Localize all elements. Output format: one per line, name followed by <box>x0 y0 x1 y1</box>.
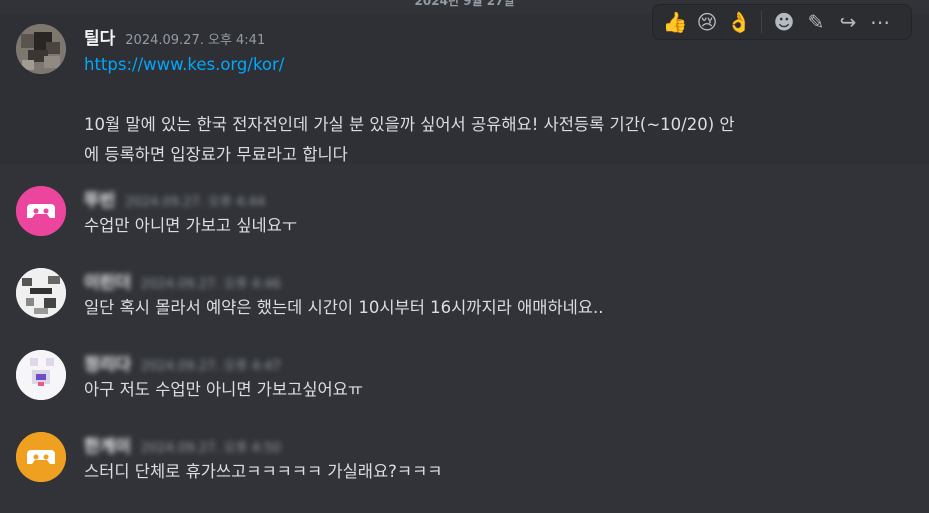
message-header: 이린더 2024.09.27. 오후 4:46 <box>84 268 281 293</box>
timestamp[interactable]: 2024.09.27. 오후 4:47 <box>141 355 281 374</box>
timestamp[interactable]: 2024.09.27. 오후 4:44 <box>125 191 265 210</box>
username[interactable]: 틸다 <box>84 24 115 49</box>
message-content: https://www.kes.org/kor/ 10월 말에 있는 한국 전자… <box>84 50 909 170</box>
more-icon[interactable]: ⋯ <box>864 6 896 38</box>
message-text: 스터디 단체로 휴가쓰고ㅋㅋㅋㅋㅋ 가실래요?ㅋㅋㅋ <box>84 462 443 481</box>
date-divider-label: 2024년 9월 27일 <box>410 0 519 9</box>
message-item[interactable]: 정리다 2024.09.27. 오후 4:47 아구 저도 수업만 아니면 가보… <box>0 344 929 414</box>
timestamp[interactable]: 2024.09.27. 오후 4:46 <box>141 273 281 292</box>
chat-log: 2024년 9월 27일 틸다 2024.09.27. 오후 4:41 http… <box>0 0 929 513</box>
message-header: 정리다 2024.09.27. 오후 4:47 <box>84 350 281 375</box>
message-header: 한게이 2024.09.27. 오후 4:50 <box>84 432 281 457</box>
avatar[interactable] <box>16 186 66 236</box>
message-text-line: 에 등록하면 입장료가 무료라고 합니다 <box>84 145 348 164</box>
avatar[interactable] <box>16 24 66 74</box>
forward-icon[interactable]: ↪ <box>832 6 864 38</box>
message-action-bar: 👍 😢 👌 ☻ ✎ ↪ ⋯ <box>652 4 912 40</box>
message-header: 뚜빈 2024.09.27. 오후 4:44 <box>84 186 265 211</box>
message-item[interactable]: 이린더 2024.09.27. 오후 4:46 일단 혹시 몰라서 예약은 했는… <box>0 262 929 332</box>
reaction-crying[interactable]: 😢 <box>691 6 723 38</box>
message-text: 수업만 아니면 가보고 싶네요ㅜ <box>84 216 298 235</box>
timestamp[interactable]: 2024.09.27. 오후 4:41 <box>125 29 265 48</box>
message-text: 아구 저도 수업만 아니면 가보고싶어요ㅠ <box>84 380 364 399</box>
username[interactable]: 이린더 <box>84 268 131 293</box>
message-item[interactable]: 한게이 2024.09.27. 오후 4:50 스터디 단체로 휴가쓰고ㅋㅋㅋㅋ… <box>0 426 929 506</box>
username[interactable]: 한게이 <box>84 432 131 457</box>
avatar[interactable] <box>16 432 66 482</box>
message-item[interactable]: 뚜빈 2024.09.27. 오후 4:44 수업만 아니면 가보고 싶네요ㅜ <box>0 180 929 250</box>
message-text-line: 10월 말에 있는 한국 전자전인데 가실 분 있을까 싶어서 공유해요! 사전… <box>84 115 735 134</box>
reaction-ok-hand[interactable]: 👌 <box>723 6 755 38</box>
edit-icon[interactable]: ✎ <box>800 6 832 38</box>
message-link[interactable]: https://www.kes.org/kor/ <box>84 55 284 74</box>
message-header: 틸다 2024.09.27. 오후 4:41 <box>84 24 265 49</box>
toolbar-divider <box>761 11 762 33</box>
timestamp[interactable]: 2024.09.27. 오후 4:50 <box>141 437 281 456</box>
message-text: 일단 혹시 몰라서 예약은 했는데 시간이 10시부터 16시까지라 애매하네요… <box>84 298 604 317</box>
add-reaction-icon[interactable]: ☻ <box>768 6 800 38</box>
username[interactable]: 정리다 <box>84 350 131 375</box>
avatar[interactable] <box>16 350 66 400</box>
reaction-thumbs-up[interactable]: 👍 <box>659 6 691 38</box>
username[interactable]: 뚜빈 <box>84 186 115 211</box>
avatar[interactable] <box>16 268 66 318</box>
